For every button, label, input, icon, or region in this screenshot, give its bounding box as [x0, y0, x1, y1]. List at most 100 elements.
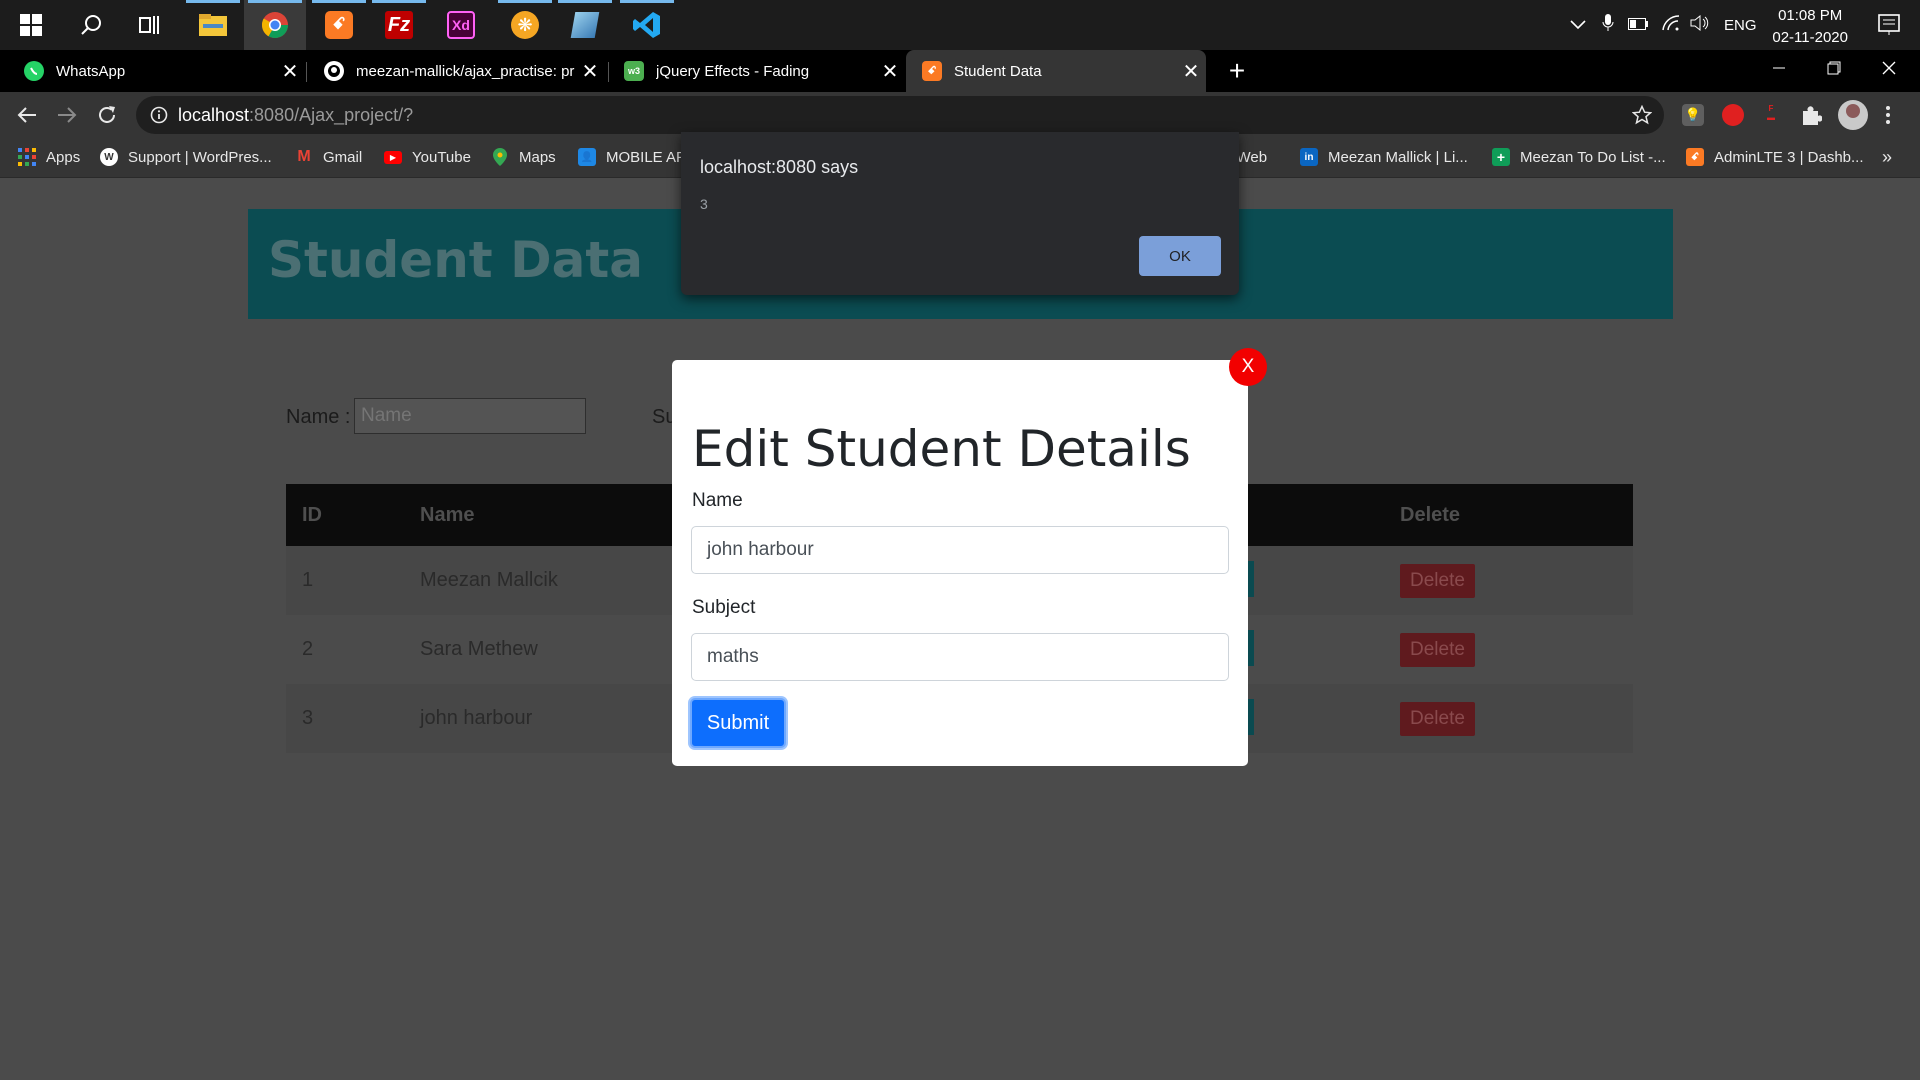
- extension-flash-icon[interactable]: F ▬: [1760, 104, 1782, 126]
- url-text: localhost:8080/Ajax_project/?: [178, 105, 413, 126]
- system-clock[interactable]: 01:08 PM 02-11-2020: [1772, 5, 1848, 49]
- bookmark-label: Gmail: [323, 148, 363, 166]
- bookmark-label: Support | WordPres...: [128, 148, 272, 166]
- alert-title: localhost:8080 says: [700, 157, 859, 177]
- adobe-xd-icon[interactable]: Xd: [430, 0, 492, 50]
- tab-jquery-effects[interactable]: w3 jQuery Effects - Fading ✕: [600, 50, 905, 92]
- vscode-icon[interactable]: [616, 0, 678, 50]
- close-tab-icon[interactable]: ✕: [1176, 59, 1206, 84]
- task-view-icon[interactable]: [118, 0, 180, 50]
- more-bookmarks-icon[interactable]: »: [1882, 138, 1892, 176]
- bookmark-apps[interactable]: Apps: [18, 138, 80, 176]
- new-tab-button[interactable]: +: [1220, 54, 1254, 88]
- delete-button[interactable]: Delete: [1400, 701, 1475, 736]
- bookmark-label: Meezan Mallick | Li...: [1328, 148, 1468, 166]
- bookmark-todo[interactable]: + Meezan To Do List -...: [1492, 138, 1666, 176]
- tab-title: jQuery Effects - Fading: [656, 62, 810, 80]
- close-modal-button[interactable]: X: [1229, 348, 1267, 386]
- notes-app-icon[interactable]: [554, 0, 616, 50]
- cell-id: 1: [286, 546, 420, 615]
- system-tray: ENG: [1570, 0, 1757, 50]
- back-arrow-icon[interactable]: [12, 100, 42, 130]
- wifi-icon[interactable]: [1662, 15, 1680, 35]
- bookmark-mobile[interactable]: 👤 MOBILE AF: [578, 138, 685, 176]
- edit-button[interactable]: [1248, 630, 1254, 666]
- extension-red-icon[interactable]: [1722, 104, 1744, 126]
- bookmark-linkedin[interactable]: in Meezan Mallick | Li...: [1300, 138, 1468, 176]
- apps-grid-icon: [18, 148, 36, 166]
- tab-whatsapp[interactable]: WhatsApp ✕: [0, 50, 305, 92]
- windows-start-icon[interactable]: [0, 0, 62, 50]
- page-title: Student Data: [268, 231, 643, 289]
- linkedin-icon: in: [1300, 148, 1318, 166]
- profile-avatar[interactable]: [1838, 100, 1868, 130]
- minimize-icon[interactable]: [1762, 58, 1796, 82]
- close-window-icon[interactable]: [1872, 58, 1906, 82]
- chevron-up-icon[interactable]: [1570, 17, 1586, 34]
- tab-github[interactable]: meezan-mallick/ajax_practise: pr ✕: [300, 50, 605, 92]
- url-path: :8080/Ajax_project/?: [249, 105, 414, 125]
- windows-taskbar: ꗃ Fz Xd ❋ ENG 01:08 PM 02-11-2020: [0, 0, 1920, 50]
- language-indicator[interactable]: ENG: [1724, 17, 1757, 34]
- bookmark-maps[interactable]: Maps: [491, 138, 556, 176]
- tab-title: meezan-mallick/ajax_practise: pr: [356, 62, 575, 80]
- filezilla-icon[interactable]: Fz: [368, 0, 430, 50]
- modal-subject-input[interactable]: maths: [691, 633, 1229, 681]
- tab-student-data[interactable]: ꗃ Student Data ✕: [906, 50, 1206, 92]
- restore-icon[interactable]: [1816, 58, 1850, 82]
- sheets-plus-icon: +: [1492, 148, 1510, 166]
- chrome-icon[interactable]: [244, 0, 306, 50]
- bookmark-wordpress[interactable]: W Support | WordPres...: [100, 138, 272, 176]
- bookmark-label: Apps: [46, 148, 81, 166]
- clock-time: 01:08 PM: [1778, 7, 1843, 24]
- bookmark-gmail[interactable]: M Gmail: [295, 138, 362, 176]
- clock-date: 02-11-2020: [1772, 29, 1848, 46]
- bookmark-star-icon[interactable]: [1631, 104, 1653, 130]
- xampp-icon: ꗃ: [1686, 148, 1704, 166]
- orange-app-icon[interactable]: ❋: [494, 0, 556, 50]
- browser-tab-strip: WhatsApp ✕ meezan-mallick/ajax_practise:…: [0, 50, 1920, 92]
- w3schools-icon: w3: [624, 61, 644, 81]
- browser-alert-dialog: localhost:8080 says 3 OK: [681, 132, 1239, 295]
- tab-title: Student Data: [954, 62, 1042, 80]
- xampp-icon[interactable]: ꗃ: [308, 0, 370, 50]
- edit-student-modal: X Edit Student Details Name john harbour…: [672, 348, 1267, 766]
- header-delete: Delete: [1400, 484, 1633, 546]
- bookmark-label: Meezan To Do List -...: [1520, 148, 1666, 166]
- kebab-menu-icon[interactable]: [1884, 104, 1892, 131]
- mobile-app-icon: 👤: [578, 148, 596, 166]
- maps-pin-icon: [491, 148, 509, 166]
- search-icon[interactable]: [60, 0, 122, 50]
- bookmark-label: AdminLTE 3 | Dashb...: [1714, 148, 1864, 166]
- wordpress-icon: W: [100, 148, 118, 166]
- github-icon: [324, 61, 344, 81]
- delete-button[interactable]: Delete: [1400, 563, 1475, 598]
- microphone-icon[interactable]: [1602, 14, 1614, 36]
- reload-icon[interactable]: [92, 100, 122, 130]
- edit-button[interactable]: [1248, 561, 1254, 597]
- file-explorer-icon[interactable]: [182, 0, 244, 50]
- modal-title: Edit Student Details: [692, 420, 1191, 478]
- battery-icon[interactable]: [1628, 17, 1648, 34]
- name-label: Name :: [286, 406, 351, 428]
- bookmark-label: Maps: [519, 148, 556, 166]
- submit-button[interactable]: Submit: [690, 698, 786, 748]
- bookmark-adminlte[interactable]: ꗃ AdminLTE 3 | Dashb...: [1686, 138, 1864, 176]
- notifications-icon[interactable]: [1878, 14, 1900, 41]
- volume-icon[interactable]: [1690, 14, 1710, 35]
- alert-ok-button[interactable]: OK: [1139, 236, 1221, 276]
- delete-button[interactable]: Delete: [1400, 632, 1475, 667]
- modal-subject-label: Subject: [692, 597, 756, 618]
- forward-arrow-icon[interactable]: [52, 100, 82, 130]
- xampp-icon: ꗃ: [922, 61, 942, 81]
- address-bar[interactable]: localhost:8080/Ajax_project/?: [136, 96, 1664, 134]
- extensions-puzzle-icon[interactable]: [1800, 104, 1823, 131]
- name-input[interactable]: [354, 398, 586, 434]
- whatsapp-icon: [24, 61, 44, 81]
- site-info-icon[interactable]: [150, 106, 168, 129]
- close-tab-icon[interactable]: ✕: [875, 59, 905, 84]
- modal-name-input[interactable]: john harbour: [691, 526, 1229, 574]
- bookmark-youtube[interactable]: ▶ YouTube: [384, 138, 471, 176]
- edit-button[interactable]: [1248, 699, 1254, 735]
- extension-bulb-icon[interactable]: 💡: [1682, 104, 1704, 126]
